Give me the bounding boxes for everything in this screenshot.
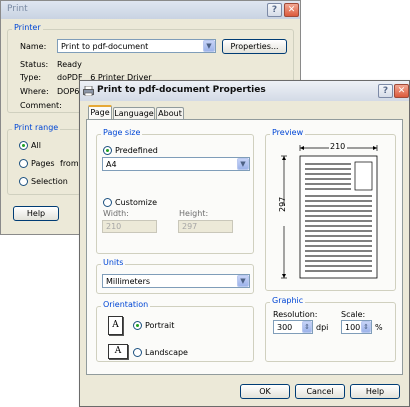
landscape-radio[interactable] xyxy=(133,348,142,357)
resolution-input[interactable]: 300 ⇕ xyxy=(273,320,313,334)
customize-label: Customize xyxy=(115,198,157,207)
print-titlebar: Print ? ✕ xyxy=(1,1,300,19)
print-range-group-label: Print range xyxy=(12,123,61,132)
properties-close-titlebar-button[interactable]: ✕ xyxy=(394,84,409,98)
range-all-label: All xyxy=(31,141,41,150)
units-value: Millimeters xyxy=(106,277,151,286)
comment-label: Comment: xyxy=(20,101,62,110)
dpi-label: dpi xyxy=(316,323,329,332)
resolution-label: Resolution: xyxy=(273,310,318,319)
chevron-down-icon[interactable]: ▼ xyxy=(203,40,215,52)
properties-dialog-title: Print to pdf-document Properties xyxy=(97,85,266,95)
range-pages-radio[interactable] xyxy=(19,159,28,168)
range-selection-radio[interactable] xyxy=(19,177,28,186)
properties-button[interactable]: Properties... xyxy=(222,39,287,54)
customize-radio[interactable] xyxy=(103,198,112,207)
page-preview xyxy=(277,143,378,279)
landscape-page-icon: A xyxy=(108,344,128,359)
range-all-radio[interactable] xyxy=(19,141,28,150)
resolution-spin-icon[interactable]: ⇕ xyxy=(302,321,312,333)
help-titlebar-button[interactable]: ? xyxy=(267,3,282,17)
ok-button[interactable]: OK xyxy=(240,384,290,399)
tab-page[interactable]: Page xyxy=(88,105,112,120)
width-value: 210 xyxy=(106,222,122,231)
units-select[interactable]: Millimeters ▼ xyxy=(102,274,250,288)
portrait-radio[interactable] xyxy=(133,321,142,330)
name-label: Name: xyxy=(20,42,47,51)
range-selection-label: Selection xyxy=(31,177,68,186)
landscape-label: Landscape xyxy=(145,348,188,357)
resolution-value: 300 xyxy=(277,323,293,332)
printer-name-select[interactable]: Print to pdf-document ▼ xyxy=(57,39,216,53)
cancel-button[interactable]: Cancel xyxy=(295,384,345,399)
printer-icon xyxy=(83,86,94,96)
portrait-label: Portrait xyxy=(145,321,175,330)
page-size-select[interactable]: A4 ▼ xyxy=(102,157,250,171)
where-value: DOP6 xyxy=(57,87,80,96)
properties-titlebar: Print to pdf-document Properties ? ✕ xyxy=(80,81,409,101)
predefined-radio[interactable] xyxy=(103,146,112,155)
chevron-down-icon[interactable]: ▼ xyxy=(237,275,249,287)
status-value: Ready xyxy=(57,60,82,69)
range-pages-label: Pages xyxy=(31,159,55,168)
predefined-label: Predefined xyxy=(115,146,158,155)
printer-group-label: Printer xyxy=(12,23,43,32)
width-input[interactable]: 210 xyxy=(102,220,157,233)
portrait-page-icon: A xyxy=(108,316,123,335)
graphic-group-label: Graphic xyxy=(270,296,306,305)
status-label: Status: xyxy=(20,60,49,69)
scale-label: Scale: xyxy=(341,310,366,319)
page-tab-panel: Page size Predefined A4 ▼ Customize Widt… xyxy=(86,119,403,375)
page-size-value: A4 xyxy=(106,160,117,169)
height-value: 297 xyxy=(182,222,198,231)
orientation-group-label: Orientation xyxy=(101,300,151,309)
scale-value: 100 xyxy=(345,323,361,332)
width-label: Width: xyxy=(103,209,129,218)
preview-width-label: 210 xyxy=(330,142,346,151)
page-size-group-label: Page size xyxy=(101,128,143,137)
preview-group-label: Preview xyxy=(270,128,306,137)
properties-dialog: Print to pdf-document Properties ? ✕ Pag… xyxy=(79,80,410,407)
print-help-button[interactable]: Help xyxy=(13,206,59,221)
print-dialog-title: Print xyxy=(7,4,28,14)
printer-name-value: Print to pdf-document xyxy=(61,42,149,51)
scale-input[interactable]: 100 ⇕ xyxy=(341,320,372,334)
close-titlebar-button[interactable]: ✕ xyxy=(284,3,299,17)
percent-label: % xyxy=(375,323,383,332)
height-input[interactable]: 297 xyxy=(178,220,233,233)
properties-help-titlebar-button[interactable]: ? xyxy=(378,84,393,98)
preview-height-label: 297 xyxy=(278,196,287,212)
where-label: Where: xyxy=(20,87,49,96)
chevron-down-icon[interactable]: ▼ xyxy=(237,158,249,170)
height-label: Height: xyxy=(179,209,209,218)
units-group-label: Units xyxy=(101,258,126,267)
type-label: Type: xyxy=(20,73,42,82)
help-button[interactable]: Help xyxy=(350,384,400,399)
scale-spin-icon[interactable]: ⇕ xyxy=(361,321,371,333)
